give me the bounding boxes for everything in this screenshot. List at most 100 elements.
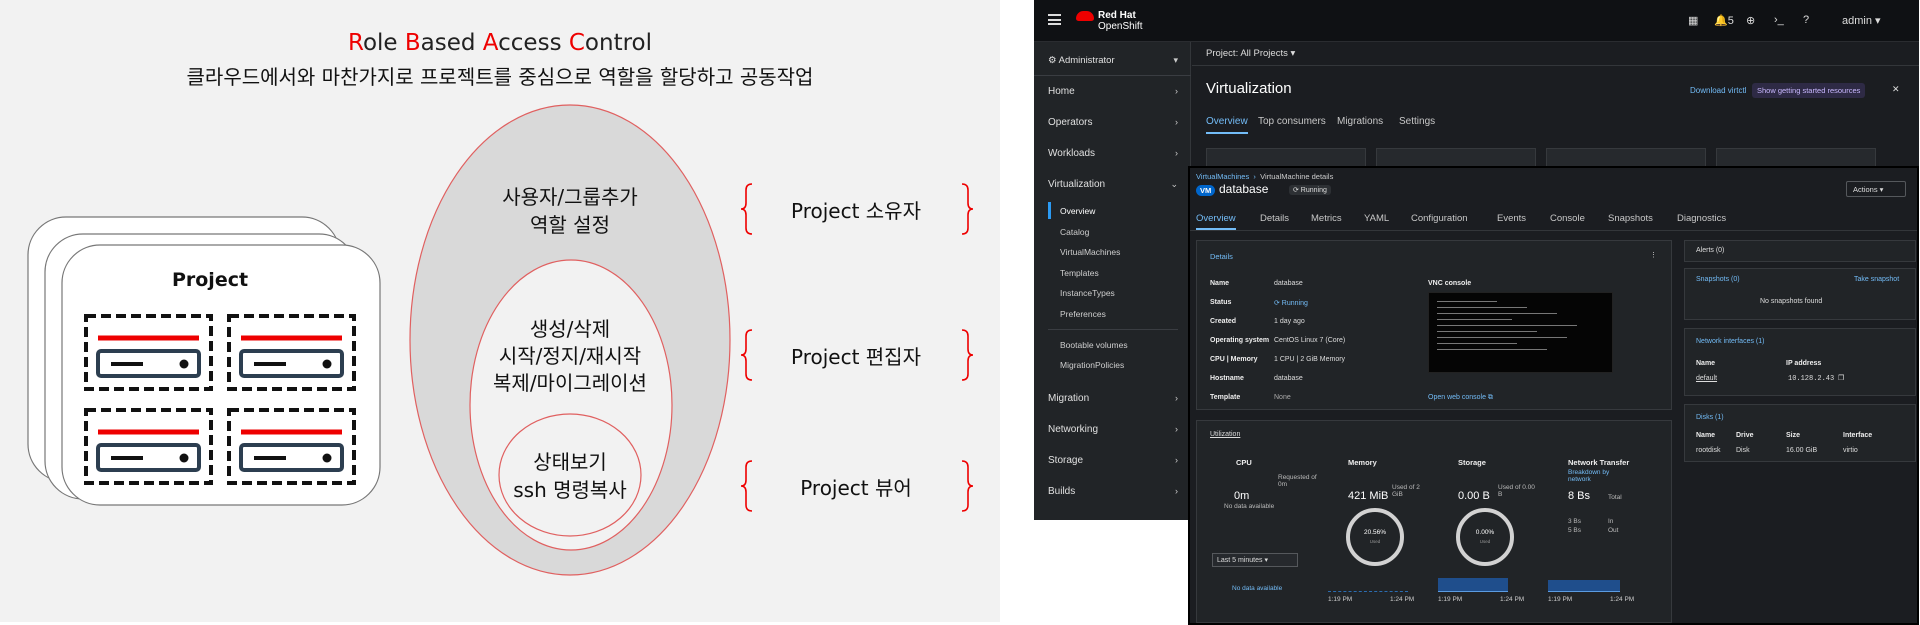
network-interfaces-title[interactable]: Network interfaces (1) (1696, 338, 1764, 345)
memory-title: Memory (1348, 458, 1377, 467)
detail-label: Template (1210, 394, 1241, 401)
open-web-console-link[interactable]: Open web console ⧉ (1428, 394, 1493, 402)
tab-configuration[interactable]: Configuration (1411, 213, 1468, 224)
tab-top-consumers[interactable]: Top consumers (1258, 116, 1326, 127)
vnc-console-screen[interactable] (1428, 292, 1613, 373)
breadcrumb: VirtualMachines › VirtualMachine details (1196, 172, 1334, 181)
detail-value: ⟳ Running (1274, 300, 1308, 307)
column-header: Name (1696, 432, 1716, 439)
breadcrumb-link[interactable]: VirtualMachines (1196, 172, 1249, 181)
page-title: Virtualization (1206, 80, 1292, 97)
network-sparkline (1548, 580, 1620, 592)
cpu-requested: Requested of 0m (1278, 474, 1317, 488)
tab-migrations[interactable]: Migrations (1337, 116, 1383, 127)
vm-details-window: VirtualMachines › VirtualMachine details… (1188, 166, 1919, 625)
tab-diagnostics[interactable]: Diagnostics (1677, 213, 1726, 224)
no-snapshots-text: No snapshots found (1760, 298, 1823, 305)
nav-networking[interactable]: Networking › (1048, 424, 1178, 435)
tab-details[interactable]: Details (1260, 213, 1289, 224)
interface-name[interactable]: default (1696, 375, 1717, 382)
detail-value: database (1274, 375, 1303, 382)
detail-value: 1 day ago (1274, 318, 1305, 325)
nav-migration[interactable]: Migration › (1048, 393, 1178, 404)
tab-settings[interactable]: Settings (1399, 116, 1435, 127)
nav-sub-migrationpolicies[interactable]: MigrationPolicies (1060, 360, 1124, 370)
tab-metrics[interactable]: Metrics (1311, 213, 1342, 224)
detail-value: database (1274, 280, 1303, 287)
network-title: Network Transfer (1568, 458, 1630, 467)
nav-home[interactable]: Home › (1048, 86, 1178, 97)
nav-divider (1034, 75, 1191, 76)
actions-dropdown[interactable]: Actions ▾ (1846, 181, 1906, 197)
viewer-permissions: 상태보기 ssh 명령복사 (513, 450, 627, 502)
chevron-right-icon: › (1175, 424, 1178, 434)
sidebar: ⚙ Administrator ▾ Home › Operators › Worklo… (1034, 42, 1191, 520)
network-out-label: Out (1608, 527, 1619, 534)
alerts-title[interactable]: Alerts (0) (1696, 247, 1724, 254)
nav-sub-bootable-volumes[interactable]: Bootable volumes (1060, 340, 1128, 350)
nav-sub-catalog[interactable]: Catalog (1060, 227, 1089, 237)
tick-label: 1:19 PM (1328, 596, 1353, 603)
help-icon[interactable]: ? (1803, 14, 1809, 26)
utilization-title[interactable]: Utilization (1210, 431, 1240, 438)
breakdown-link[interactable]: Breakdown by network (1568, 469, 1628, 483)
redhat-logo-icon[interactable] (1076, 11, 1094, 21)
role-editor: Project 편집자 (791, 345, 921, 369)
nav-builds[interactable]: Builds › (1048, 486, 1178, 497)
hamburger-menu-icon[interactable] (1048, 14, 1061, 25)
tab-yaml[interactable]: YAML (1364, 213, 1389, 224)
tab-events[interactable]: Events (1497, 213, 1526, 224)
column-header: Name (1696, 360, 1716, 367)
disk-size: 16.00 GiB (1786, 447, 1818, 454)
terminal-icon[interactable]: ›_ (1774, 14, 1784, 26)
nav-sub-overview[interactable]: Overview (1047, 202, 1095, 219)
disks-title[interactable]: Disks (1) (1696, 414, 1724, 421)
nav-virtualization[interactable]: Virtualization ⌄ (1048, 179, 1178, 190)
storage-donut: 0.00% Used (1456, 508, 1514, 566)
nav-sub-virtualmachines[interactable]: VirtualMachines (1060, 247, 1120, 257)
column-header: Interface (1843, 432, 1873, 439)
nav-storage[interactable]: Storage › (1048, 455, 1178, 466)
column-header: IP address (1786, 360, 1822, 367)
close-icon[interactable]: ✕ (1892, 84, 1900, 95)
chevron-down-icon: ⌄ (1170, 179, 1178, 189)
app-launcher-icon[interactable]: ▦ (1688, 14, 1698, 27)
copy-icon[interactable]: ❐ (1838, 374, 1844, 382)
status-badge: ⟳ Running (1289, 185, 1331, 195)
add-icon[interactable]: ⊕ (1746, 14, 1755, 27)
take-snapshot-button[interactable]: Take snapshot (1854, 276, 1899, 283)
column-header: Drive (1736, 432, 1754, 439)
tick-label: 1:19 PM (1548, 596, 1573, 603)
disk-drive: Disk (1736, 447, 1750, 454)
nav-workloads[interactable]: Workloads › (1048, 148, 1178, 159)
disk-interface: virtio (1843, 447, 1858, 454)
tab-console[interactable]: Console (1550, 213, 1585, 224)
notifications-icon[interactable]: 🔔5 (1714, 14, 1734, 27)
time-range-select[interactable]: Last 5 minutes ▾ (1212, 553, 1298, 567)
details-card-title[interactable]: Details (1210, 252, 1233, 261)
tab-overview[interactable]: Overview (1206, 116, 1248, 134)
storage-title: Storage (1458, 458, 1486, 467)
snapshots-title[interactable]: Snapshots (0) (1696, 276, 1740, 283)
cpu-title: CPU (1236, 458, 1252, 467)
kebab-menu-icon[interactable]: ⋮ (1650, 251, 1657, 259)
chevron-right-icon: › (1175, 393, 1178, 403)
network-in: 3 Bs (1568, 518, 1582, 525)
nav-sub-preferences[interactable]: Preferences (1060, 309, 1106, 319)
tab-overview[interactable]: Overview (1196, 213, 1236, 230)
detail-label: CPU | Memory (1210, 356, 1258, 363)
perspective-switcher[interactable]: ⚙ Administrator ▾ (1048, 55, 1178, 66)
project-selector[interactable]: Project: All Projects ▾ (1192, 42, 1919, 66)
user-menu[interactable]: admin ▾ (1842, 14, 1881, 27)
getting-started-button[interactable]: Show getting started resources (1752, 83, 1866, 98)
tick-label: 1:19 PM (1438, 596, 1463, 603)
chevron-right-icon: › (1175, 117, 1178, 127)
nav-operators[interactable]: Operators › (1048, 117, 1178, 128)
detail-value: 1 CPU | 2 GiB Memory (1274, 356, 1346, 363)
download-virtctl-link[interactable]: Download virtctl (1690, 86, 1746, 95)
nav-sub-templates[interactable]: Templates (1060, 268, 1099, 278)
nav-sub-instancetypes[interactable]: InstanceTypes (1060, 288, 1115, 298)
vnc-console-title: VNC console (1428, 280, 1472, 287)
tab-snapshots[interactable]: Snapshots (1608, 213, 1653, 224)
network-total: 8 Bs (1568, 490, 1591, 502)
